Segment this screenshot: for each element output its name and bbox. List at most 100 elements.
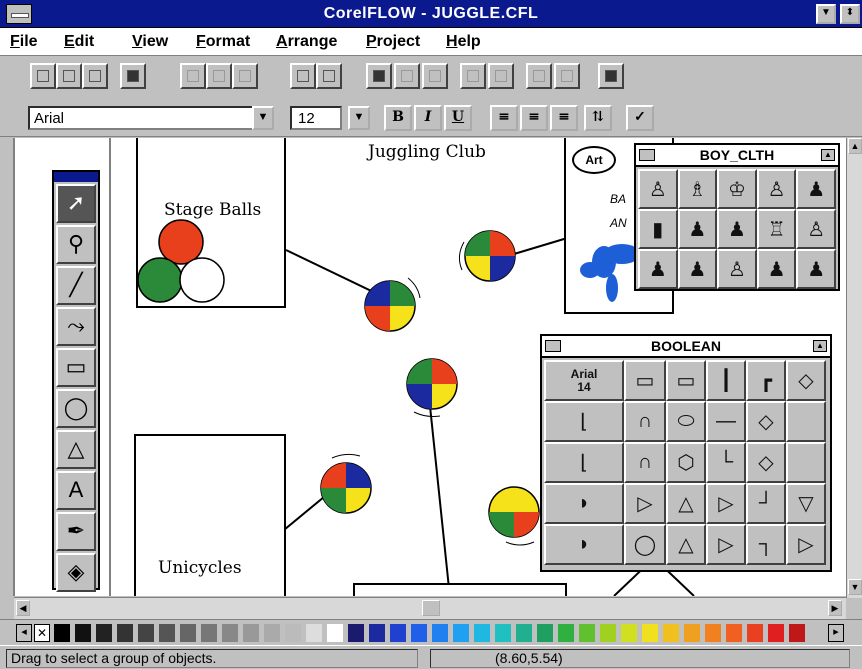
corner-shape-icon[interactable]: ┘ — [746, 483, 786, 524]
font-dropdown-arrow-icon[interactable]: ▼ — [252, 106, 274, 130]
boolean-font-cell[interactable]: Arial 14 — [544, 360, 624, 401]
flip-icon[interactable] — [488, 63, 514, 89]
bold-button[interactable]: B — [384, 105, 412, 131]
paste-icon[interactable] — [232, 63, 258, 89]
color-swatch[interactable] — [495, 624, 511, 642]
dashed-l-shape-icon[interactable]: ⌊ — [544, 442, 624, 483]
tag-shape-icon[interactable]: ▷ — [786, 524, 826, 565]
font-name-field[interactable]: Arial — [28, 106, 274, 130]
font-size-field[interactable]: 12 — [290, 106, 342, 130]
ellipse-tool-icon[interactable]: ◯ — [56, 389, 96, 428]
shield-shape-icon[interactable]: ▽ — [786, 483, 826, 524]
empty-shape-cell[interactable] — [786, 442, 826, 483]
arch-shape-icon[interactable]: ∩ — [624, 401, 666, 442]
spacing-icon[interactable]: ⇅ — [584, 105, 612, 131]
scroll-up-icon[interactable]: ▲ — [848, 138, 862, 154]
figure-icon[interactable]: ♔ — [717, 169, 757, 209]
polygon-tool-icon[interactable]: △ — [56, 430, 96, 469]
menu-edit[interactable]: Edit — [64, 33, 94, 51]
cone-shape-icon[interactable]: △ — [666, 483, 706, 524]
scroll-right-icon[interactable]: ▶ — [828, 600, 842, 616]
zoom-page-icon[interactable] — [598, 63, 624, 89]
color-swatch[interactable] — [621, 624, 637, 642]
save-icon[interactable] — [82, 63, 108, 89]
circle-shape-icon[interactable]: ◯ — [624, 524, 666, 565]
empty-shape-cell[interactable] — [786, 401, 826, 442]
color-swatch[interactable] — [222, 624, 238, 642]
figure-icon[interactable]: ♖ — [756, 209, 797, 249]
rectangle-tool-icon[interactable]: ▭ — [56, 348, 96, 387]
color-swatch[interactable] — [558, 624, 574, 642]
ungroup-icon[interactable] — [394, 63, 420, 89]
to-back-icon[interactable] — [316, 63, 342, 89]
diamond-shape-icon[interactable]: ◇ — [746, 401, 786, 442]
color-swatch[interactable] — [369, 624, 385, 642]
color-swatch[interactable] — [306, 624, 322, 642]
figure-icon[interactable]: ♟ — [677, 249, 718, 289]
cut-icon[interactable] — [180, 63, 206, 89]
rect-shape-icon[interactable]: ▭ — [666, 360, 706, 401]
menu-project[interactable]: Project — [366, 33, 420, 51]
color-swatch[interactable] — [264, 624, 280, 642]
vertical-scrollbar[interactable]: ▲ ▼ — [846, 138, 862, 598]
text-tool-icon[interactable]: A — [56, 471, 96, 510]
corner-shape-icon[interactable]: ┐ — [746, 524, 786, 565]
horizontal-scrollbar[interactable]: ◀ ▶ — [14, 597, 846, 619]
group-icon[interactable] — [366, 63, 392, 89]
color-swatch[interactable] — [180, 624, 196, 642]
figure-icon[interactable]: ♙ — [756, 169, 797, 209]
color-swatch[interactable] — [789, 624, 805, 642]
dash-shape-icon[interactable]: — — [706, 401, 746, 442]
align-icon[interactable] — [526, 63, 552, 89]
menu-format[interactable]: Format — [196, 33, 250, 51]
fill-tool-icon[interactable]: ◈ — [56, 553, 96, 592]
open-folder-icon[interactable] — [56, 63, 82, 89]
arch-shape-icon[interactable]: ∩ — [624, 442, 666, 483]
d-shape-icon[interactable]: ◗ — [544, 483, 624, 524]
pentagon-shape-icon[interactable]: ▷ — [624, 483, 666, 524]
eye-shape-icon[interactable]: ◇ — [786, 360, 826, 401]
color-swatch[interactable] — [411, 624, 427, 642]
rotate-icon[interactable] — [460, 63, 486, 89]
palette-close-icon[interactable]: ▲ — [813, 340, 827, 352]
color-swatch[interactable] — [75, 624, 91, 642]
figure-icon[interactable]: ♙ — [796, 209, 836, 249]
color-swatch[interactable] — [54, 624, 70, 642]
figure-icon[interactable]: ♟ — [638, 249, 678, 289]
hexagon-shape-icon[interactable]: ⬡ — [666, 442, 706, 483]
color-swatch[interactable] — [285, 624, 301, 642]
toolbox-titlebar[interactable] — [54, 172, 98, 182]
ellipse-shape-icon[interactable]: ⬭ — [666, 401, 706, 442]
d-shape-icon[interactable]: ◗ — [544, 524, 624, 565]
triangle-shape-icon[interactable]: ▷ — [706, 483, 746, 524]
spell-check-icon[interactable]: ✓ — [626, 105, 654, 131]
figure-icon[interactable]: ♗ — [677, 169, 718, 209]
l-shape-icon[interactable]: ⌊ — [544, 401, 624, 442]
diamond-shape-icon[interactable]: ◇ — [746, 442, 786, 483]
color-swatch[interactable] — [432, 624, 448, 642]
menu-arrange[interactable]: Arrange — [276, 33, 337, 51]
no-fill-x-icon[interactable]: ✕ — [34, 624, 50, 642]
color-swatch[interactable] — [96, 624, 112, 642]
palette-close-icon[interactable]: ▲ — [821, 149, 835, 161]
figure-icon[interactable]: ♙ — [717, 249, 757, 289]
figure-icon[interactable]: ♟ — [796, 249, 836, 289]
color-swatch[interactable] — [705, 624, 721, 642]
scroll-left-icon[interactable]: ◀ — [16, 600, 30, 616]
figure-icon[interactable]: ♟ — [717, 209, 757, 249]
pointer-tool-icon[interactable]: ➚ — [56, 184, 96, 223]
triangle-shape-icon[interactable]: ▷ — [706, 524, 746, 565]
color-swatch[interactable] — [201, 624, 217, 642]
color-swatch[interactable] — [453, 624, 469, 642]
figure-icon[interactable]: ♟ — [796, 169, 836, 209]
scroll-thumb[interactable] — [422, 600, 440, 616]
figure-icon[interactable]: ♟ — [756, 249, 797, 289]
color-swatch[interactable] — [474, 624, 490, 642]
color-swatch[interactable] — [327, 624, 343, 642]
zoom-tool-icon[interactable]: ⚲ — [56, 225, 96, 264]
color-swatch[interactable] — [642, 624, 658, 642]
corner-shape-icon[interactable]: ┏ — [746, 360, 786, 401]
scroll-down-icon[interactable]: ▼ — [848, 579, 862, 595]
color-swatch[interactable] — [117, 624, 133, 642]
color-swatch[interactable] — [159, 624, 175, 642]
